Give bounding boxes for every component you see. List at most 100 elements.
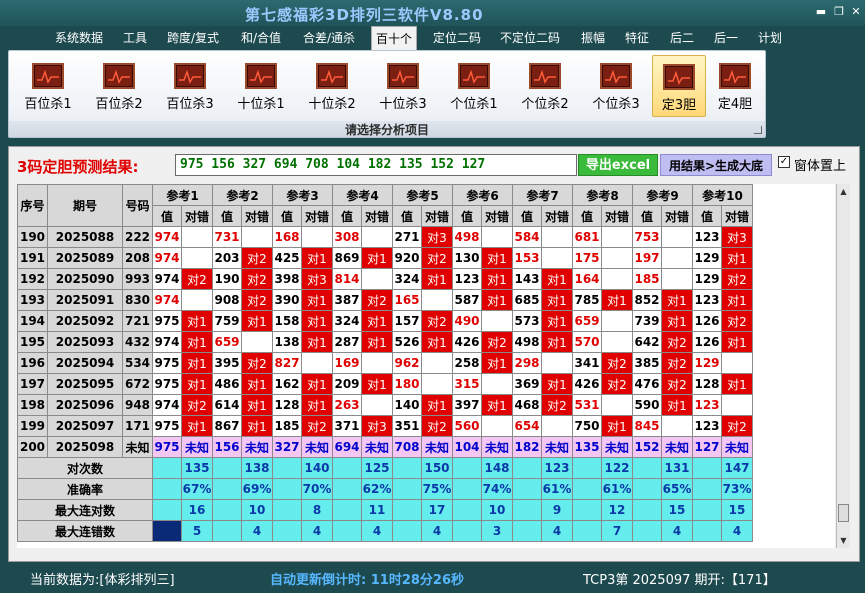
header-ref: 参考6 <box>452 184 513 206</box>
cell-check <box>601 394 633 416</box>
menu-last-two[interactable]: 后二 <box>670 29 694 46</box>
menu-span-compound[interactable]: 跨度/复式 <box>167 29 219 46</box>
prediction-label: 3码定胆预测结果: <box>17 158 139 176</box>
ontop-checkbox[interactable]: ✓ <box>778 156 790 168</box>
stats-spacer <box>452 499 482 521</box>
table-row[interactable]: 199 2025097 171 975 对1 867 对1 185 对2 371 对3 351 对2 56… <box>17 415 753 437</box>
stats-value: 4 <box>241 520 273 542</box>
header-ref: 参考1 <box>152 184 213 206</box>
cell-value: 158 <box>272 310 302 332</box>
stats-spacer <box>512 499 542 521</box>
cell-check: 对1 <box>481 289 513 311</box>
ribbon-fix-4-gall-button[interactable]: 定4胆 <box>709 55 761 117</box>
cell-check: 对1 <box>301 331 333 353</box>
table-row[interactable]: 196 2025094 534 975 对1 395 对2 827 169 962 258 对1 298… <box>17 352 753 374</box>
table-row[interactable]: 190 2025088 222 974 731 168 308 271 对3 498 584 681 7… <box>17 226 753 248</box>
minimize-icon[interactable]: ▬ <box>814 6 828 18</box>
menu-features[interactable]: 特征 <box>625 29 649 46</box>
table-row-pending[interactable]: 200 2025098 未知 975 未知 156 未知 327 未知 694 未知 708 未知 104… <box>17 436 753 458</box>
cell-number: 993 <box>122 268 153 290</box>
cell-check <box>301 352 333 374</box>
menu-diff-kill[interactable]: 合差/通杀 <box>303 29 355 46</box>
cell-value: 975 <box>152 415 182 437</box>
table-row[interactable]: 197 2025095 672 975 对1 486 对1 162 对1 209 对1 180 315 3… <box>17 373 753 395</box>
scroll-thumb[interactable] <box>838 504 849 522</box>
cell-check: 未知 <box>421 436 453 458</box>
cell-value: 739 <box>632 310 662 332</box>
cell-check <box>241 331 273 353</box>
ribbon-hundreds-kill-1-button[interactable]: 百位杀1 <box>17 55 79 117</box>
dialog-launcher-icon[interactable] <box>754 126 762 134</box>
ribbon-tens-kill-2-button[interactable]: 十位杀2 <box>301 55 363 117</box>
prediction-result-field[interactable]: 975 156 327 694 708 104 182 135 152 127 <box>175 154 577 176</box>
menu-system-data[interactable]: 系统数据 <box>55 29 103 46</box>
vertical-scrollbar[interactable]: ▲ ▼ <box>836 184 850 548</box>
menu-sum-value[interactable]: 和/合值 <box>241 29 281 46</box>
chart-icon <box>600 63 632 89</box>
cell-period: 2025092 <box>47 310 123 332</box>
cell-check: 对2 <box>721 268 753 290</box>
ribbon-units-kill-2-button[interactable]: 个位杀2 <box>514 55 576 117</box>
cell-check: 对1 <box>241 373 273 395</box>
cell-check: 对2 <box>421 415 453 437</box>
menu-fixed-two[interactable]: 定位二码 <box>433 29 481 46</box>
stats-value: 135 <box>181 457 213 479</box>
cell-value: 584 <box>512 226 542 248</box>
menu-plan[interactable]: 计划 <box>758 29 782 46</box>
scroll-up-icon[interactable]: ▲ <box>837 185 850 198</box>
table-row[interactable]: 198 2025096 948 974 对2 614 对1 128 对1 263 140 对1 397 对… <box>17 394 753 416</box>
generate-base-button[interactable]: 用结果>生成大底 <box>660 154 772 176</box>
ribbon-units-kill-1-button[interactable]: 个位杀1 <box>443 55 505 117</box>
stats-spacer <box>572 499 602 521</box>
cell-check: 未知 <box>181 436 213 458</box>
cell-check: 对2 <box>661 373 693 395</box>
cell-check: 对1 <box>301 310 333 332</box>
cell-value: 123 <box>692 289 722 311</box>
cell-check <box>481 415 513 437</box>
scroll-down-icon[interactable]: ▼ <box>837 534 850 547</box>
menu-amplitude[interactable]: 振幅 <box>581 29 605 46</box>
cell-value: 298 <box>512 352 542 374</box>
cell-value: 129 <box>692 268 722 290</box>
menu-unfixed-two[interactable]: 不定位二码 <box>500 29 560 46</box>
export-excel-button[interactable]: 导出excel <box>578 154 658 176</box>
table-row[interactable]: 195 2025093 432 974 对1 659 138 对1 287 对1 526 对1 426 对… <box>17 331 753 353</box>
stats-value: 150 <box>421 457 453 479</box>
cell-period: 2025088 <box>47 226 123 248</box>
stats-spacer <box>632 457 662 479</box>
cell-check: 对1 <box>181 310 213 332</box>
maximize-icon[interactable]: ❐ <box>832 6 846 18</box>
ribbon-hundreds-kill-2-button[interactable]: 百位杀2 <box>88 55 150 117</box>
stats-value: 65% <box>661 478 693 500</box>
cell-check <box>301 226 333 248</box>
ribbon-tens-kill-1-button[interactable]: 十位杀1 <box>230 55 292 117</box>
cell-value: 867 <box>212 415 242 437</box>
stats-spacer <box>332 478 362 500</box>
header-ref: 参考10 <box>692 184 753 206</box>
ontop-label: 窗体置上 <box>794 159 847 174</box>
cell-number: 171 <box>122 415 153 437</box>
cell-seq: 192 <box>17 268 48 290</box>
cell-value: 156 <box>212 436 242 458</box>
ribbon-hundreds-kill-3-button[interactable]: 百位杀3 <box>159 55 221 117</box>
chart-icon <box>719 63 751 89</box>
cell-check <box>181 289 213 311</box>
ribbon-tens-kill-3-button[interactable]: 十位杀3 <box>372 55 434 117</box>
stats-value: 12 <box>601 499 633 521</box>
cell-value: 203 <box>212 247 242 269</box>
table-row[interactable]: 193 2025091 830 974 908 对2 390 对1 387 对2 165 587 对1 6… <box>17 289 753 311</box>
stats-spacer <box>692 457 722 479</box>
cell-check <box>421 289 453 311</box>
menu-position-digits[interactable]: 百十个 <box>371 26 418 50</box>
menu-last-one[interactable]: 后一 <box>714 29 738 46</box>
table-row[interactable]: 191 2025089 208 974 203 对2 425 对1 869 对1 920 对2 130 对… <box>17 247 753 269</box>
ribbon-fix-3-gall-button[interactable]: 定3胆 <box>652 55 706 117</box>
cell-check: 对1 <box>481 394 513 416</box>
menu-tools[interactable]: 工具 <box>123 29 147 46</box>
table-row[interactable]: 194 2025092 721 975 对1 759 对1 158 对1 324 对1 157 对2 49… <box>17 310 753 332</box>
close-icon[interactable]: ✕ <box>849 6 863 18</box>
ribbon-units-kill-3-button[interactable]: 个位杀3 <box>585 55 647 117</box>
table-row[interactable]: 192 2025090 993 974 对2 190 对2 398 对3 814 324 对1 123 对… <box>17 268 753 290</box>
header-value: 值 <box>212 205 242 227</box>
cell-check: 对2 <box>241 352 273 374</box>
